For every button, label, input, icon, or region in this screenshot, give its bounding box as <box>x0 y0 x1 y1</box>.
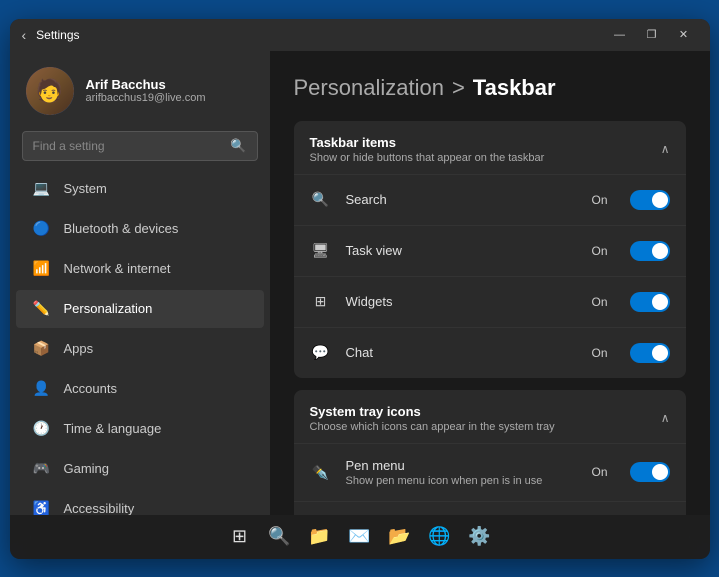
sidebar-item-network[interactable]: 📶 Network & internet <box>16 250 264 288</box>
breadcrumb-separator: > <box>452 75 465 101</box>
window-controls: — ❐ ✕ <box>606 25 698 45</box>
sidebar-item-bluetooth[interactable]: 🔵 Bluetooth & devices <box>16 210 264 248</box>
taskbar-mail-icon[interactable]: ✉️ <box>344 521 376 553</box>
system-tray-title: System tray icons <box>310 404 555 419</box>
system-tray-title-group: System tray icons Choose which icons can… <box>310 404 555 433</box>
taskbar-search-icon[interactable]: 🔍 <box>264 521 296 553</box>
sidebar-item-system-label: System <box>64 181 107 196</box>
taskbar-items-subtitle: Show or hide buttons that appear on the … <box>310 152 545 164</box>
user-email: arifbacchus19@live.com <box>86 92 206 104</box>
sidebar-item-personalization-label: Personalization <box>64 301 153 316</box>
taskview-toggle[interactable] <box>630 241 670 261</box>
breadcrumb: Personalization > Taskbar <box>294 75 686 101</box>
back-button[interactable]: ‹ <box>22 27 27 43</box>
sidebar-item-time[interactable]: 🕐 Time & language <box>16 410 264 448</box>
chat-row: 💬 Chat On <box>294 327 686 378</box>
touch-keyboard-row: ⌨️ Touch keyboard Show touch keyboard ic… <box>294 501 686 515</box>
taskbar-items-header[interactable]: Taskbar items Show or hide buttons that … <box>294 121 686 174</box>
maximize-button[interactable]: ❐ <box>638 25 666 45</box>
system-tray-section: System tray icons Choose which icons can… <box>294 390 686 515</box>
widgets-label: Widgets <box>346 294 578 309</box>
apps-icon: 📦 <box>32 339 52 359</box>
sidebar-item-accessibility-label: Accessibility <box>64 501 135 515</box>
chat-toggle[interactable] <box>630 343 670 363</box>
system-tray-chevron: ∧ <box>661 411 670 425</box>
sidebar-item-accessibility[interactable]: ♿ Accessibility <box>16 490 264 515</box>
pen-menu-row: ✒️ Pen menu Show pen menu icon when pen … <box>294 443 686 501</box>
search-item-icon: 🔍 <box>310 189 332 211</box>
minimize-button[interactable]: — <box>606 25 634 45</box>
search-item-status: On <box>591 193 607 207</box>
sidebar-item-time-label: Time & language <box>64 421 162 436</box>
titlebar: ‹ Settings — ❐ ✕ <box>10 19 710 51</box>
sidebar: 🧑 Arif Bacchus arifbacchus19@live.com 🔍 … <box>10 51 270 515</box>
accessibility-icon: ♿ <box>32 499 52 515</box>
sidebar-item-network-label: Network & internet <box>64 261 171 276</box>
time-icon: 🕐 <box>32 419 52 439</box>
personalization-icon: ✏️ <box>32 299 52 319</box>
taskbar-explorer-icon[interactable]: 📂 <box>384 521 416 553</box>
pen-menu-label: Pen menu <box>346 458 578 473</box>
chat-icon: 💬 <box>310 342 332 364</box>
search-item-label: Search <box>346 192 578 207</box>
widgets-toggle[interactable] <box>630 292 670 312</box>
network-icon: 📶 <box>32 259 52 279</box>
user-name: Arif Bacchus <box>86 77 206 92</box>
sidebar-item-apps[interactable]: 📦 Apps <box>16 330 264 368</box>
avatar-image: 🧑 <box>26 67 74 115</box>
search-toggle[interactable] <box>630 190 670 210</box>
taskbar-files-icon[interactable]: 📁 <box>304 521 336 553</box>
sidebar-item-gaming[interactable]: 🎮 Gaming <box>16 450 264 488</box>
user-info: Arif Bacchus arifbacchus19@live.com <box>86 77 206 104</box>
sidebar-item-accounts[interactable]: 👤 Accounts <box>16 370 264 408</box>
window-title: Settings <box>36 28 605 42</box>
taskview-icon: 🖥 <box>310 240 332 262</box>
taskbar-items-title: Taskbar items <box>310 135 545 150</box>
breadcrumb-current: Taskbar <box>473 75 556 101</box>
taskview-label: Task view <box>346 243 578 258</box>
pen-menu-icon: ✒️ <box>310 461 332 483</box>
taskbar-items-title-group: Taskbar items Show or hide buttons that … <box>310 135 545 164</box>
taskbar-search-row: 🔍 Search On <box>294 174 686 225</box>
system-tray-header[interactable]: System tray icons Choose which icons can… <box>294 390 686 443</box>
gaming-icon: 🎮 <box>32 459 52 479</box>
taskbar-items-section: Taskbar items Show or hide buttons that … <box>294 121 686 378</box>
system-icon: 💻 <box>32 179 52 199</box>
sidebar-item-apps-label: Apps <box>64 341 94 356</box>
sidebar-item-system[interactable]: 💻 System <box>16 170 264 208</box>
search-icon: 🔍 <box>230 138 246 154</box>
sidebar-item-personalization[interactable]: ✏️ Personalization <box>16 290 264 328</box>
settings-window: ‹ Settings — ❐ ✕ 🧑 Arif Bacchus arifbacc… <box>10 19 710 559</box>
pen-menu-toggle[interactable] <box>630 462 670 482</box>
taskview-row: 🖥 Task view On <box>294 225 686 276</box>
accounts-icon: 👤 <box>32 379 52 399</box>
pen-menu-sublabel: Show pen menu icon when pen is in use <box>346 475 578 487</box>
search-box[interactable]: 🔍 <box>22 131 258 161</box>
bluetooth-icon: 🔵 <box>32 219 52 239</box>
close-button[interactable]: ✕ <box>670 25 698 45</box>
search-input[interactable] <box>33 139 223 153</box>
breadcrumb-parent: Personalization <box>294 75 444 101</box>
taskbar: ⊞ 🔍 📁 ✉️ 📂 🌐 ⚙️ <box>10 515 710 559</box>
content-area: Personalization > Taskbar Taskbar items … <box>270 51 710 515</box>
start-button[interactable]: ⊞ <box>224 521 256 553</box>
taskbar-items-chevron: ∧ <box>661 142 670 156</box>
sidebar-item-gaming-label: Gaming <box>64 461 110 476</box>
chat-status: On <box>591 346 607 360</box>
chat-label: Chat <box>346 345 578 360</box>
taskbar-settings-icon[interactable]: ⚙️ <box>464 521 496 553</box>
system-tray-subtitle: Choose which icons can appear in the sys… <box>310 421 555 433</box>
pen-menu-status: On <box>591 465 607 479</box>
taskbar-edge-icon[interactable]: 🌐 <box>424 521 456 553</box>
avatar: 🧑 <box>26 67 74 115</box>
taskview-status: On <box>591 244 607 258</box>
sidebar-item-accounts-label: Accounts <box>64 381 117 396</box>
pen-menu-info: Pen menu Show pen menu icon when pen is … <box>346 458 578 487</box>
widgets-icon: ⊞ <box>310 291 332 313</box>
widgets-status: On <box>591 295 607 309</box>
sidebar-item-bluetooth-label: Bluetooth & devices <box>64 221 179 236</box>
main-content: 🧑 Arif Bacchus arifbacchus19@live.com 🔍 … <box>10 51 710 515</box>
user-profile[interactable]: 🧑 Arif Bacchus arifbacchus19@live.com <box>10 51 270 127</box>
widgets-row: ⊞ Widgets On <box>294 276 686 327</box>
